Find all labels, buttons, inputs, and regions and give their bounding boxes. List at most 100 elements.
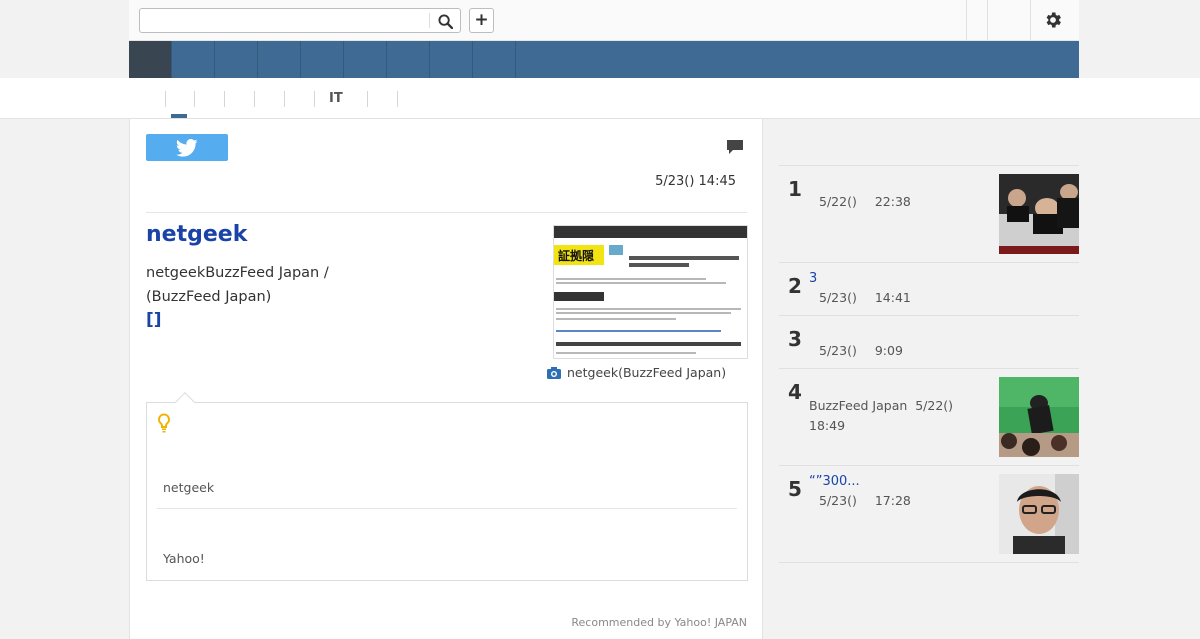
subnav-item-it[interactable]: IT xyxy=(314,91,343,107)
rank-date: 5/23() xyxy=(819,343,857,358)
source-title-link[interactable]: netgeek xyxy=(146,222,247,247)
subnav-item[interactable] xyxy=(397,91,404,107)
thumbnail-text-line xyxy=(556,278,706,280)
subnav-item[interactable] xyxy=(284,91,291,107)
thumbnail-text-line xyxy=(556,308,741,310)
rank-meta: BuzzFeed Japan 5/22() 18:49 xyxy=(809,396,989,436)
rank-time: 14:41 xyxy=(874,290,911,305)
nav-item[interactable] xyxy=(430,41,473,78)
ranking-item[interactable]: 4 BuzzFeed Japan 5/22() 18:49 xyxy=(779,368,1079,465)
article-timestamp: 5/23() 14:45 xyxy=(655,174,736,189)
subnav-item[interactable] xyxy=(367,91,374,107)
photo-credit: netgeek(BuzzFeed Japan) xyxy=(547,365,726,380)
rank-date: 5/23() xyxy=(819,493,857,508)
rank-number: 5 xyxy=(788,477,802,501)
rank-meta: 5/23() 17:28 xyxy=(819,493,911,508)
main-nav xyxy=(129,41,1079,78)
rank-title[interactable]: “”300... xyxy=(809,474,860,489)
subnav-item[interactable] xyxy=(224,91,231,107)
rank-thumbnail-image xyxy=(999,377,1079,457)
rank-meta: 5/22() 22:38 xyxy=(819,194,911,209)
thumbnail-header-bar xyxy=(554,226,747,238)
subnav-item[interactable] xyxy=(254,91,261,107)
rank-number: 1 xyxy=(788,177,802,201)
nav-item-top[interactable] xyxy=(129,41,172,78)
sub-nav: IT xyxy=(0,78,1200,119)
rank-time: 22:38 xyxy=(874,194,911,209)
thumbnail-text-line xyxy=(556,312,731,314)
rank-time: 18:49 xyxy=(809,418,846,433)
top-divider xyxy=(966,0,967,40)
search-divider xyxy=(429,13,430,28)
rank-thumbnail[interactable] xyxy=(999,174,1079,254)
nav-item[interactable] xyxy=(215,41,258,78)
rank-source: BuzzFeed Japan xyxy=(809,398,908,413)
ranking-item[interactable]: 2 3 5/23() 14:41 xyxy=(779,262,1079,315)
rank-date: 5/22() xyxy=(819,194,857,209)
twitter-bird-icon xyxy=(176,138,198,157)
settings-button[interactable] xyxy=(1043,10,1065,32)
thumbnail-link-line xyxy=(556,330,721,332)
rank-number: 2 xyxy=(788,274,802,298)
add-button[interactable]: + xyxy=(469,8,494,33)
rank-date: 5/22() xyxy=(915,398,954,413)
rank-title[interactable]: 3 xyxy=(809,271,817,286)
camera-icon xyxy=(547,366,561,379)
recommended-by: Recommended by Yahoo! JAPAN xyxy=(571,616,747,629)
rank-time: 9:09 xyxy=(874,343,903,358)
thumbnail-headline-line xyxy=(629,263,689,267)
tip-icon-wrap xyxy=(157,413,171,433)
rank-thumbnail[interactable] xyxy=(999,377,1079,457)
rank-number: 3 xyxy=(788,327,802,351)
speech-bubble-icon xyxy=(727,140,743,154)
ranking-sidebar: 1 5/22() 22:38 2 3 5/23() 14:41 3 5/23()… xyxy=(779,119,1079,639)
tip-box: netgeek Yahoo! xyxy=(146,402,748,581)
rank-meta: 5/23() 9:09 xyxy=(819,343,903,358)
comment-button[interactable] xyxy=(726,139,744,155)
search-icon xyxy=(437,13,453,29)
divider xyxy=(146,212,747,213)
lightbulb-icon xyxy=(158,413,170,433)
thumbnail-text-line xyxy=(556,282,726,284)
nav-item[interactable] xyxy=(473,41,516,78)
rank-thumbnail-image xyxy=(999,174,1079,254)
thumbnail-tag xyxy=(609,245,623,255)
thumbnail-text-line xyxy=(556,318,676,320)
thumbnail-headline-line xyxy=(629,256,739,260)
subnav-item[interactable] xyxy=(165,91,172,107)
rank-number: 4 xyxy=(788,380,802,404)
thumbnail-badge: 証拠隠 xyxy=(558,249,595,263)
ranking-item[interactable]: 1 5/22() 22:38 xyxy=(779,165,1079,262)
top-divider xyxy=(1030,0,1031,40)
rank-date: 5/23() xyxy=(819,290,857,305)
ranking-item[interactable]: 5 “”300... 5/23() 17:28 xyxy=(779,465,1079,562)
search-input[interactable] xyxy=(140,9,428,32)
photo-credit-text: netgeek(BuzzFeed Japan) xyxy=(567,365,727,380)
subnav-item[interactable] xyxy=(194,91,201,107)
article-summary: netgeekBuzzFeed Japan / (BuzzFeed Japan) xyxy=(146,265,329,305)
ranking-item[interactable]: 3 5/23() 9:09 xyxy=(779,315,1079,368)
nav-item[interactable] xyxy=(344,41,387,78)
top-divider xyxy=(987,0,988,40)
gear-icon xyxy=(1046,12,1061,28)
thumbnail-text-line xyxy=(556,352,696,354)
search-button[interactable] xyxy=(434,11,456,31)
tweet-button[interactable] xyxy=(146,134,228,161)
thumbnail-subhead-line xyxy=(556,342,741,346)
tip-text: netgeek xyxy=(163,480,215,495)
rank-time: 17:28 xyxy=(874,493,911,508)
nav-item[interactable] xyxy=(301,41,344,78)
tip-text: Yahoo! xyxy=(163,551,205,566)
search-box xyxy=(139,8,461,33)
thumbnail-box xyxy=(554,292,604,301)
sidebar-bottom-border xyxy=(779,562,1079,563)
top-bar: + xyxy=(129,0,1079,41)
subnav-active-indicator xyxy=(171,114,187,118)
read-more-link[interactable]: [] xyxy=(146,310,162,330)
article-thumbnail[interactable]: 証拠隠 xyxy=(553,225,748,359)
nav-item[interactable] xyxy=(387,41,430,78)
rank-thumbnail[interactable] xyxy=(999,474,1079,554)
nav-item[interactable] xyxy=(172,41,215,78)
rank-meta: 5/23() 14:41 xyxy=(819,290,911,305)
nav-item[interactable] xyxy=(258,41,301,78)
